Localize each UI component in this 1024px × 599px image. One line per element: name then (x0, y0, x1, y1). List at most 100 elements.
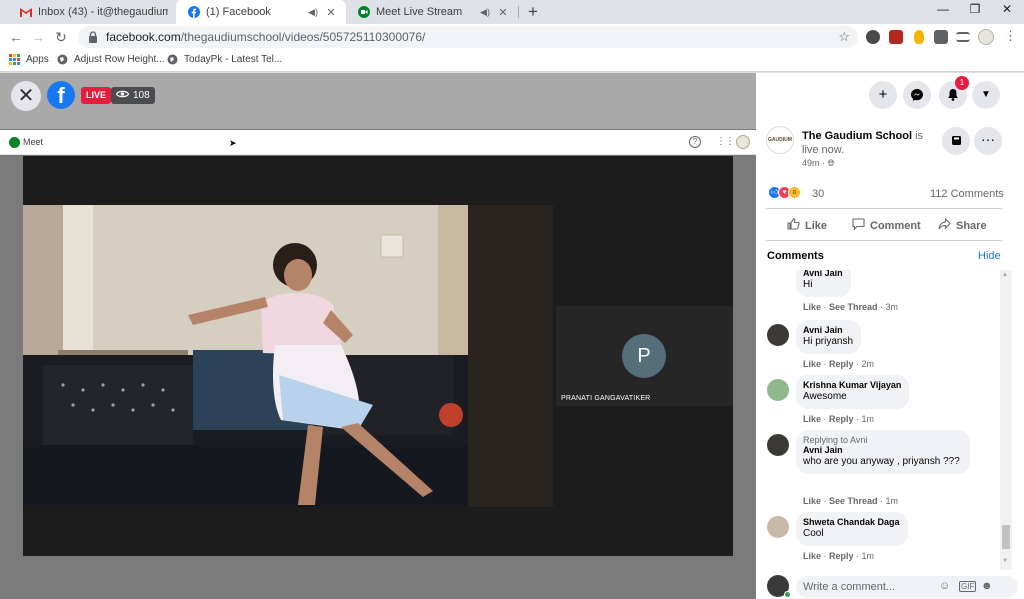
share-button[interactable]: Share (938, 217, 987, 233)
extension-icon[interactable] (866, 30, 880, 44)
like-label: Like (805, 219, 828, 232)
participant-avatar: P (622, 334, 666, 378)
comment-button[interactable]: Comment (852, 218, 921, 233)
comment-count[interactable]: 112 Comments (930, 188, 1004, 200)
comment-avatar[interactable] (767, 434, 789, 456)
tab-facebook[interactable]: (1) Facebook ◀) ✕ (176, 0, 346, 24)
comment-text: Hi (803, 279, 813, 290)
replying-to-label[interactable]: Replying to Avni (803, 435, 962, 445)
comment-like-link[interactable]: Like (803, 414, 821, 424)
comment-time[interactable]: 2m (862, 359, 875, 369)
close-tab-icon[interactable]: ✕ (496, 6, 510, 19)
more-options-button[interactable]: ··· (974, 127, 1002, 155)
notification-badge: 1 (955, 76, 969, 90)
facebook-logo-icon[interactable]: f (47, 81, 75, 109)
comment-like-link[interactable]: Like (803, 496, 821, 506)
lightbulb-icon[interactable] (914, 30, 924, 44)
comment-action-link[interactable]: See Thread (829, 496, 878, 506)
reaction-icons[interactable]: 👍︎ ♥ o (768, 186, 801, 199)
comment-time[interactable]: 1m (862, 414, 875, 424)
tab-gmail[interactable]: Inbox (43) - it@thegaudium.com (8, 0, 176, 24)
save-post-button[interactable] (942, 127, 970, 155)
comment-meta: Like · Reply · 1m (803, 414, 875, 424)
reload-icon[interactable]: ↻ (52, 28, 70, 46)
comments-list: Avni Jain Hi Like · See Thread · 3m Avni… (756, 270, 1000, 566)
hide-comments-link[interactable]: Hide (978, 250, 1001, 262)
address-bar[interactable]: facebook.com/thegaudiumschool/videos/505… (78, 26, 858, 48)
video-player[interactable]: ✕ f LIVE 108 Meet ➤ ? ⋮⋮⋮ P PRANATI GANG… (0, 73, 756, 599)
comment-like-link[interactable]: Like (803, 551, 821, 561)
new-tab-button[interactable]: + (524, 3, 542, 21)
profile-avatar[interactable] (978, 29, 994, 45)
comment-text: who are you anyway , priyansh ??? (803, 456, 960, 467)
speaker-icon[interactable]: ◀) (478, 7, 492, 18)
sticker-icon[interactable]: ☻ (981, 580, 993, 592)
comment-action-link[interactable]: Reply (829, 414, 854, 424)
comment-time[interactable]: 1m (862, 551, 875, 561)
gif-icon[interactable]: GIF (959, 581, 977, 592)
comment-like-link[interactable]: Like (803, 359, 821, 369)
online-status-dot (784, 591, 791, 598)
messenger-icon[interactable] (903, 81, 931, 109)
comment-author[interactable]: Avni Jain (803, 325, 853, 335)
meet-logo-icon (9, 137, 20, 148)
bookmark-todaypk[interactable]: TodayPk - Latest Tel... (167, 54, 282, 65)
post-title: The Gaudium School is live now. (802, 129, 942, 157)
speaker-icon[interactable]: ◀) (306, 7, 320, 18)
comment-label: Comment (870, 219, 921, 232)
like-button[interactable]: Like (787, 218, 827, 233)
scroll-up-arrow-icon[interactable]: ▲ (1002, 272, 1008, 278)
post-time-text: 49m (802, 158, 820, 168)
close-video-button[interactable]: ✕ (11, 81, 41, 111)
meet-profile-avatar[interactable] (736, 135, 750, 149)
close-tab-icon[interactable]: ✕ (324, 6, 338, 19)
puzzle-icon[interactable] (934, 30, 948, 44)
comment-action-link[interactable]: Reply (829, 551, 854, 561)
bookmark-adjust-row-height[interactable]: Adjust Row Height... (57, 54, 165, 65)
comment-author[interactable]: Shweta Chandak Daga (803, 517, 900, 527)
comment-avatar[interactable] (767, 516, 789, 538)
reaction-count[interactable]: 30 (812, 188, 824, 200)
globe-icon (57, 54, 68, 65)
pdf-extension-icon[interactable] (889, 30, 903, 44)
viewer-count-badge: 108 (111, 87, 155, 104)
post-actions-bar: Like Comment Share (766, 208, 1002, 241)
maximize-button[interactable]: ❐ (960, 2, 990, 20)
comment-time[interactable]: 1m (886, 496, 899, 506)
chevron-down-icon[interactable]: ▼ (972, 81, 1000, 109)
back-arrow-icon[interactable]: ← (7, 28, 25, 46)
minimize-button[interactable]: — (928, 2, 958, 20)
post-timestamp[interactable]: 49m · 🌐︎ (802, 158, 835, 169)
comment-author[interactable]: Avni Jain (803, 270, 843, 278)
comment-meta: Like · See Thread · 1m (803, 496, 899, 506)
media-control-icon[interactable] (956, 32, 970, 42)
bookmark-label: TodayPk - Latest Tel... (184, 54, 283, 65)
page-avatar[interactable]: GAUDIUM (766, 126, 794, 154)
url-path: /thegaudiumschool/videos/505725110300076… (180, 30, 426, 44)
bookmark-apps[interactable]: Apps (9, 54, 49, 65)
emoji-icon[interactable]: ☺ (939, 580, 950, 592)
comment-action-link[interactable]: Reply (829, 359, 854, 369)
comment-time[interactable]: 3m (886, 302, 899, 312)
bookmark-star-icon[interactable]: ☆ (838, 29, 850, 45)
comment-like-link[interactable]: Like (803, 302, 821, 312)
comment-avatar[interactable] (767, 379, 789, 401)
comment-meta: Like · Reply · 2m (803, 359, 875, 369)
thumbs-up-icon (787, 218, 800, 233)
close-window-button[interactable]: ✕ (992, 2, 1022, 20)
comment-author[interactable]: Krishna Kumar Vijayan (803, 380, 901, 390)
comment-avatar[interactable] (767, 324, 789, 346)
main-video-feed (23, 205, 553, 507)
tab-meet-live-stream[interactable]: Meet Live Stream ◀) ✕ (346, 0, 518, 24)
comment-author[interactable]: Avni Jain (803, 445, 962, 455)
create-button[interactable]: + (869, 81, 897, 109)
help-icon[interactable]: ? (689, 136, 701, 148)
scroll-down-arrow-icon[interactable]: ▼ (1002, 558, 1008, 564)
kebab-menu-icon[interactable]: ⋮ (1004, 28, 1017, 44)
scrollbar-thumb[interactable] (1002, 525, 1010, 549)
page-name-link[interactable]: The Gaudium School (802, 130, 912, 142)
participant-name: PRANATI GANGAVATIKER (561, 395, 651, 402)
comment-action-link[interactable]: See Thread (829, 302, 878, 312)
forward-arrow-icon[interactable]: → (29, 28, 47, 46)
meet-header: Meet ➤ ? ⋮⋮⋮ (0, 130, 756, 155)
